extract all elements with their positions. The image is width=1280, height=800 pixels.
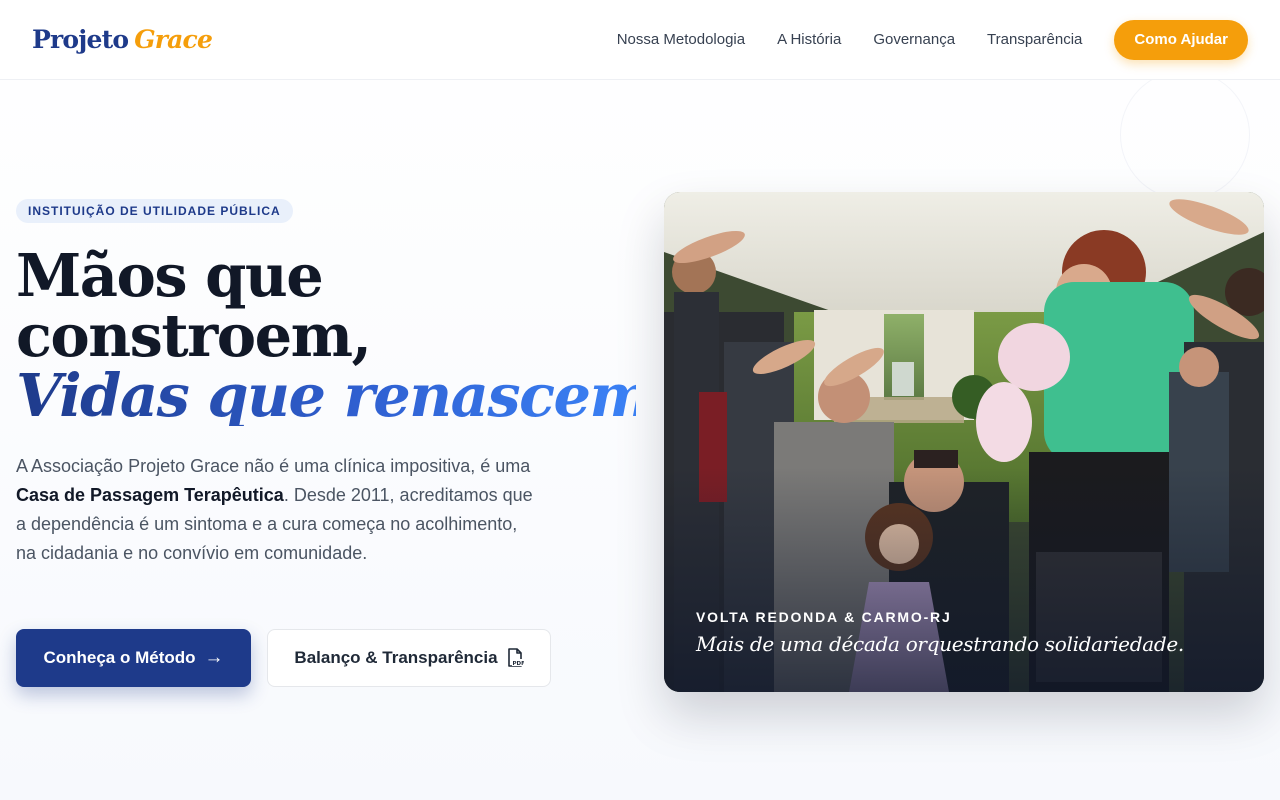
logo[interactable]: Projeto Grace: [32, 25, 213, 54]
transparency-report-label: Balanço & Transparência: [294, 648, 498, 667]
how-to-help-button[interactable]: Como Ajudar: [1114, 19, 1248, 60]
arrow-right-icon: →: [204, 647, 224, 668]
nav-link-metodologia[interactable]: Nossa Metodologia: [617, 31, 745, 48]
hero-photo-card: VOLTA REDONDA & CARMO-RJ Mais de uma déc…: [664, 192, 1264, 692]
know-method-label: Conheça o Método: [43, 648, 196, 667]
headline-line-1: Mãos que: [16, 241, 324, 310]
hero-headline: Mãos que constroem, Vidas que renascem.: [16, 241, 671, 430]
svg-text:PDF: PDF: [512, 661, 524, 667]
description-part-1: A Associação Projeto Grace não é uma clí…: [16, 456, 531, 476]
photo-caption: Mais de uma década orquestrando solidari…: [696, 632, 1184, 656]
nav-link-transparencia[interactable]: Transparência: [987, 31, 1082, 48]
headline-line-3: Vidas que renascem.: [16, 361, 671, 430]
nav-link-historia[interactable]: A História: [777, 31, 841, 48]
headline-line-2: constroem,: [16, 301, 372, 370]
public-utility-badge: INSTITUIÇÃO DE UTILIDADE PÚBLICA: [16, 199, 293, 223]
photo-location-kicker: VOLTA REDONDA & CARMO-RJ: [696, 609, 952, 625]
decorative-circle: [1120, 70, 1250, 200]
transparency-report-button[interactable]: Balanço & Transparência PDF: [267, 629, 551, 687]
logo-accent-text: Grace: [134, 25, 213, 54]
page: Projeto Grace Nossa Metodologia A Históri…: [0, 0, 1280, 800]
nav-link-governanca[interactable]: Governança: [873, 31, 955, 48]
logo-main-text: Projeto: [32, 25, 129, 54]
pdf-file-icon: PDF: [506, 648, 524, 668]
description-bold: Casa de Passagem Terapêutica: [16, 485, 284, 505]
know-method-button[interactable]: Conheça o Método →: [16, 629, 251, 687]
hero-description: A Associação Projeto Grace não é uma clí…: [16, 452, 536, 568]
site-header: Projeto Grace Nossa Metodologia A Históri…: [0, 0, 1280, 80]
main-nav: Nossa Metodologia A História Governança …: [617, 19, 1248, 60]
